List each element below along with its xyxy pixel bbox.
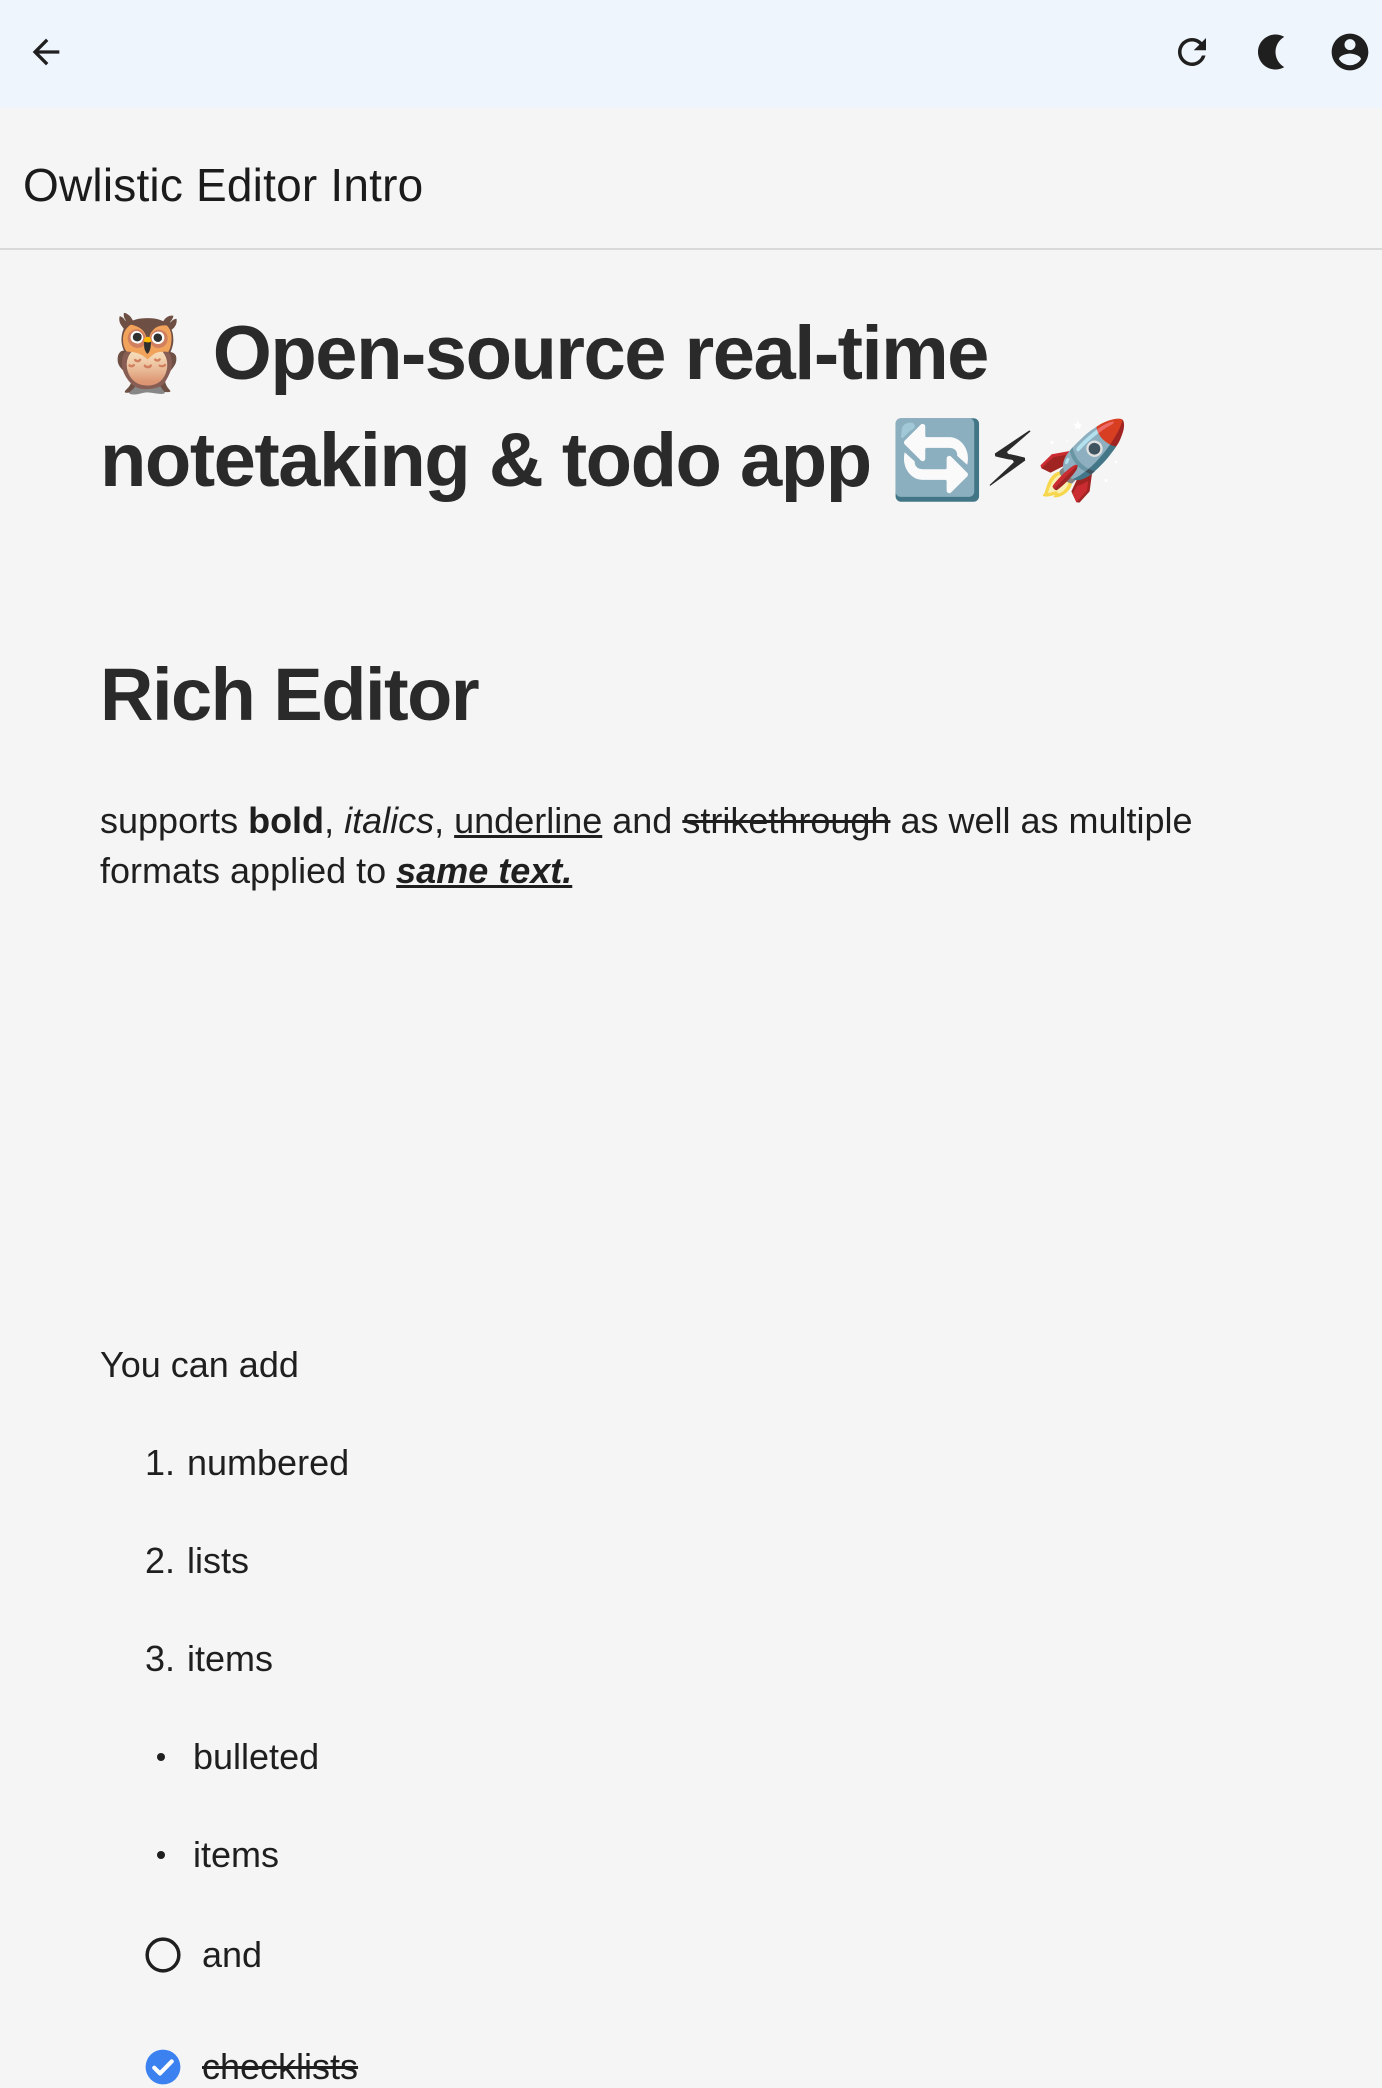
checklist-item-text: checklists <box>202 2046 359 2087</box>
para-text: , <box>324 800 345 841</box>
checklist-item-text: and <box>202 1934 263 1975</box>
checked-circle-icon[interactable] <box>144 2048 182 2086</box>
list-item-text: items <box>193 1834 280 1875</box>
list-number: 2. <box>145 1540 176 1581</box>
theme-toggle-button[interactable] <box>1240 20 1304 84</box>
list-item-text: lists <box>187 1540 249 1581</box>
underline-text: underline <box>454 800 603 841</box>
list-item-text: numbered <box>187 1442 350 1483</box>
list-number: 3. <box>145 1638 176 1679</box>
strikethrough-text: strikethrough <box>682 800 891 841</box>
account-button[interactable] <box>1318 20 1382 84</box>
document-title[interactable]: Owlistic Editor Intro <box>23 158 423 212</box>
numbered-list-item[interactable]: 2. lists <box>145 1540 249 1582</box>
bold-text: bold <box>248 800 325 841</box>
italic-text: italics <box>344 800 435 841</box>
bullet-icon <box>157 1851 165 1859</box>
numbered-list-item[interactable]: 1. numbered <box>145 1442 349 1484</box>
top-app-bar <box>0 0 1382 108</box>
unchecked-circle-icon[interactable] <box>144 1936 182 1974</box>
owl-icon: 🦉 <box>100 308 195 397</box>
bulleted-list-item[interactable]: items <box>145 1834 279 1876</box>
list-item-text: bulleted <box>193 1736 320 1777</box>
multi-format-text: same text. <box>396 850 573 891</box>
rocket-icon: 🚀 <box>1035 415 1130 504</box>
rich-editor[interactable]: 🦉 Open-source real-time notetaking & tod… <box>100 300 1280 2087</box>
checklist-item[interactable]: checklists <box>144 2046 358 2088</box>
list-number: 1. <box>145 1442 176 1483</box>
refresh-button[interactable] <box>1160 20 1224 84</box>
document-title-bar: Owlistic Editor Intro <box>0 108 1382 250</box>
heading-1-line-2: notetaking & todo app <box>100 418 872 503</box>
back-button[interactable] <box>14 20 78 84</box>
refresh-emoji-icon: 🔄 <box>890 415 985 504</box>
heading-2[interactable]: Rich Editor <box>100 652 480 737</box>
refresh-icon <box>1177 37 1206 66</box>
formatting-paragraph[interactable]: supports bold, italics, underline and st… <box>100 796 1250 896</box>
para-text: , <box>434 800 455 841</box>
list-item-text: items <box>187 1638 274 1679</box>
heading-1[interactable]: 🦉 Open-source real-time notetaking & tod… <box>100 300 1280 514</box>
arrow-left-icon <box>32 38 60 66</box>
bullet-icon <box>157 1753 165 1761</box>
lightning-icon: ⚡ <box>983 415 1036 504</box>
bulleted-list-item[interactable]: bulleted <box>145 1736 319 1778</box>
checklist-item[interactable]: and <box>144 1934 262 1976</box>
moon-icon <box>1258 34 1285 70</box>
heading-1-line-1: Open-source real-time <box>212 311 990 396</box>
account-circle-icon <box>1331 33 1369 71</box>
para-text: supports <box>100 800 249 841</box>
para-text: and <box>602 800 683 841</box>
numbered-list-item[interactable]: 3. items <box>145 1638 273 1680</box>
intro-line[interactable]: You can add <box>100 1344 299 1386</box>
